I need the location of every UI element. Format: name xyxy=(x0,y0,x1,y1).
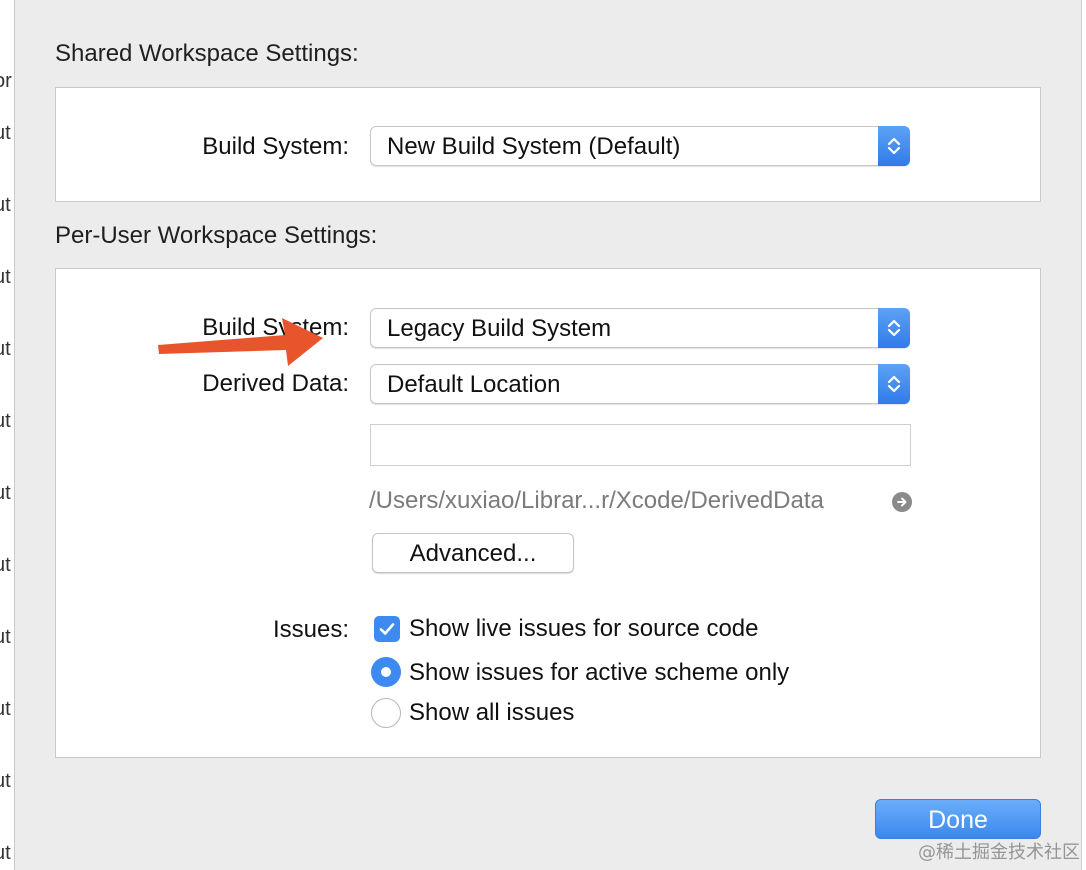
background-text-stub: ut xyxy=(0,698,11,720)
up-down-chevron-icon xyxy=(878,364,910,404)
advanced-button[interactable]: Advanced... xyxy=(372,533,574,573)
shared-build-system-popup[interactable]: New Build System (Default) xyxy=(370,126,910,166)
per-user-settings-title: Per-User Workspace Settings: xyxy=(55,222,378,249)
background-text-stub: ut xyxy=(0,410,11,432)
arrow-circle-right-icon[interactable] xyxy=(892,492,912,512)
shared-build-system-value: New Build System (Default) xyxy=(387,133,681,160)
active-scheme-radio[interactable] xyxy=(371,657,401,687)
background-window-edge: or ut ut ut ut ut ut ut ut ut ut ut xyxy=(0,0,15,870)
radio-selected-dot xyxy=(381,667,391,677)
background-text-stub: ut xyxy=(0,842,11,864)
derived-data-value: Default Location xyxy=(387,371,561,398)
background-text-stub: ut xyxy=(0,194,11,216)
done-button[interactable]: Done xyxy=(875,799,1041,839)
derived-data-popup[interactable]: Default Location xyxy=(370,364,910,404)
background-text-stub: ut xyxy=(0,482,11,504)
annotation-arrow-icon xyxy=(158,318,323,366)
up-down-chevron-icon xyxy=(878,308,910,348)
shared-build-system-label: Build System: xyxy=(202,133,349,160)
all-issues-label[interactable]: Show all issues xyxy=(409,699,574,727)
background-window-edge-right xyxy=(1081,0,1086,870)
all-issues-radio[interactable] xyxy=(371,698,401,728)
shared-settings-title: Shared Workspace Settings: xyxy=(55,40,359,67)
workspace-settings-sheet: Shared Workspace Settings: Build System:… xyxy=(15,0,1081,870)
background-text-stub: ut xyxy=(0,770,11,792)
watermark: @稀土掘金技术社区 xyxy=(918,842,1080,863)
background-text-stub: ut xyxy=(0,122,11,144)
derived-data-path: /Users/xuxiao/Librar...r/Xcode/DerivedDa… xyxy=(369,487,824,514)
shared-settings-group: Build System: New Build System (Default) xyxy=(55,87,1041,202)
per-user-build-system-value: Legacy Build System xyxy=(387,315,612,342)
background-text-stub: ut xyxy=(0,338,11,360)
background-text-stub: ut xyxy=(0,266,11,288)
issues-label: Issues: xyxy=(272,616,349,643)
active-scheme-label[interactable]: Show issues for active scheme only xyxy=(409,659,789,687)
background-text-stub: ut xyxy=(0,626,11,648)
up-down-chevron-icon xyxy=(878,126,910,166)
background-text-stub: ut xyxy=(0,554,11,576)
live-issues-label[interactable]: Show live issues for source code xyxy=(409,615,759,643)
per-user-build-system-popup[interactable]: Legacy Build System xyxy=(370,308,910,348)
custom-derived-data-path-field[interactable] xyxy=(370,424,911,466)
live-issues-checkbox[interactable] xyxy=(374,616,400,642)
background-text-stub: or xyxy=(0,70,12,92)
